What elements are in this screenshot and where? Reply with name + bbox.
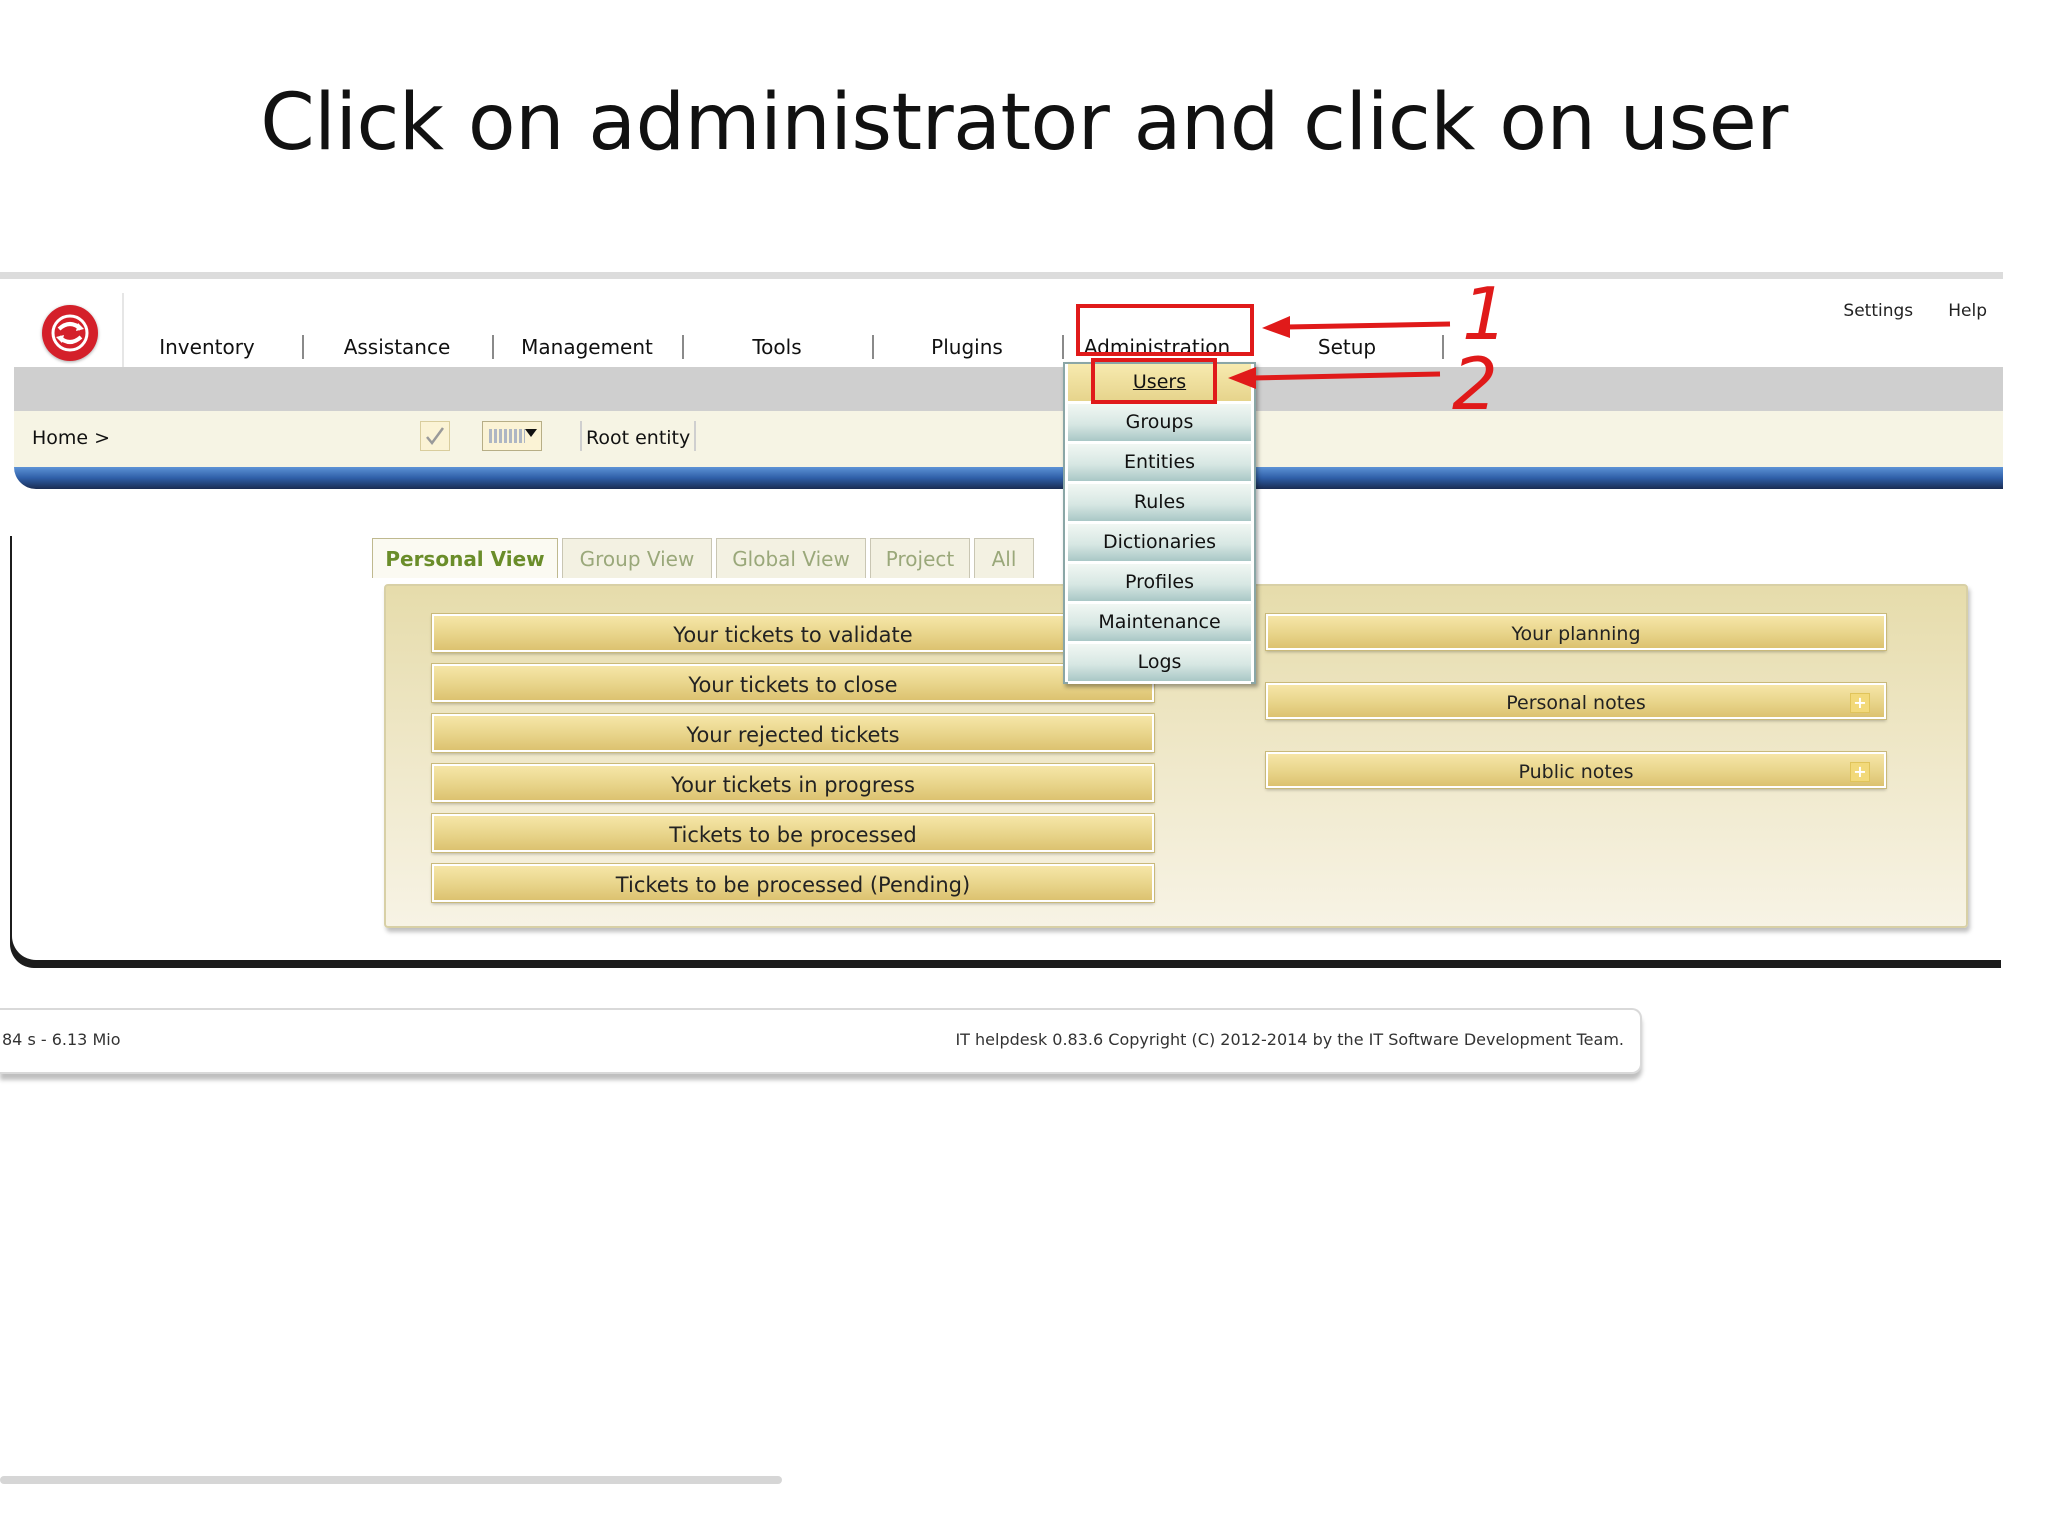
annotation-arrows: [1228, 316, 1451, 389]
step-2-label: 2: [1452, 342, 1498, 426]
